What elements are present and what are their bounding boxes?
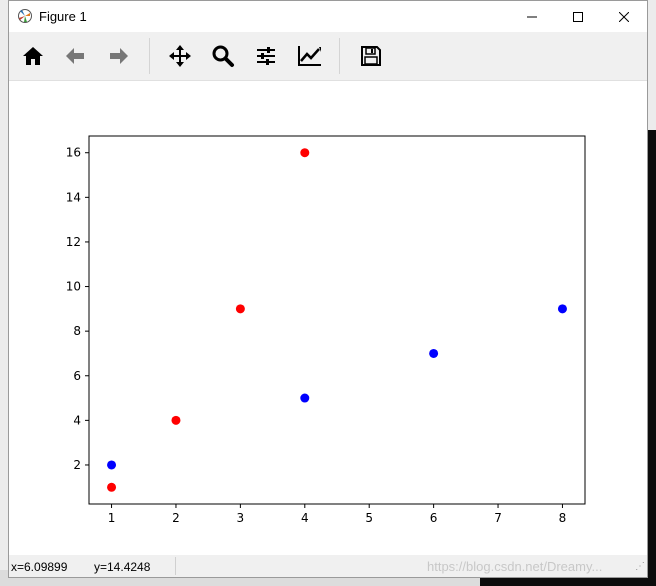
scatter-point <box>429 348 439 358</box>
scatter-point <box>235 304 245 314</box>
scatter-point <box>300 148 310 158</box>
cursor-y-readout: y=14.4248 <box>94 560 151 574</box>
maximize-button[interactable] <box>555 1 601 32</box>
x-tick-label: 1 <box>108 511 116 525</box>
toolbar-separator <box>149 38 150 74</box>
edit-axis-button[interactable] <box>294 40 326 72</box>
y-tick-label: 2 <box>73 458 81 472</box>
matplotlib-app-icon <box>18 9 32 23</box>
scatter-point <box>107 460 117 470</box>
cursor-x-readout: x=6.09899 <box>11 560 68 574</box>
figure-window: Figure 1 1 2 3 4 5 6 7 8 2 4 6 8 10 12 1… <box>8 0 648 578</box>
figure-canvas[interactable]: 1 2 3 4 5 6 7 8 2 4 6 8 10 12 14 16 <box>9 81 647 555</box>
scatter-point <box>107 482 117 492</box>
status-bar: x=6.09899 y=14.4248 https://blog.csdn.ne… <box>9 555 647 577</box>
back-button[interactable] <box>59 40 91 72</box>
scatter-point <box>557 304 567 314</box>
configure-subplots-button[interactable] <box>250 40 282 72</box>
x-tick-label: 7 <box>494 511 502 525</box>
status-divider <box>175 557 176 575</box>
x-tick-label: 5 <box>365 511 373 525</box>
pan-button[interactable] <box>164 40 196 72</box>
configure-subplots-icon <box>257 47 275 65</box>
minimize-button[interactable] <box>509 1 555 32</box>
scatter-plot[interactable]: 1 2 3 4 5 6 7 8246810121416 <box>9 81 647 555</box>
home-button[interactable] <box>17 40 49 72</box>
zoom-icon <box>212 45 234 67</box>
axes-frame <box>88 135 586 505</box>
y-tick-label: 14 <box>66 190 81 204</box>
pan-icon <box>169 45 191 67</box>
y-tick-label: 6 <box>73 369 81 383</box>
close-button[interactable] <box>601 1 647 32</box>
x-tick-label: 6 <box>430 511 438 525</box>
x-tick-label: 3 <box>237 511 245 525</box>
forward-button[interactable] <box>103 40 135 72</box>
y-tick-label: 16 <box>66 146 81 160</box>
title-bar[interactable]: Figure 1 <box>9 1 647 32</box>
resize-grip-icon[interactable]: ⋰ <box>635 561 645 572</box>
scatter-point <box>300 393 310 403</box>
maximize-icon <box>573 11 583 22</box>
scatter-point <box>171 415 181 425</box>
forward-arrow-icon <box>110 48 128 64</box>
y-tick-label: 8 <box>73 324 81 338</box>
x-tick-label: 2 <box>172 511 180 525</box>
x-tick-label: 4 <box>301 511 309 525</box>
window-title: Figure 1 <box>39 9 87 24</box>
background-window-left <box>0 0 8 586</box>
back-arrow-icon <box>66 48 84 64</box>
watermark: https://blog.csdn.net/Dreamy... <box>427 559 603 574</box>
zoom-button[interactable] <box>207 40 239 72</box>
save-icon <box>361 46 381 66</box>
y-tick-label: 10 <box>66 280 81 294</box>
edit-axis-icon <box>298 46 321 66</box>
toolbar-separator <box>339 38 340 74</box>
home-icon <box>23 47 43 65</box>
minimize-icon <box>527 16 537 17</box>
x-tick-label: 8 <box>559 511 567 525</box>
navigation-toolbar <box>9 32 647 81</box>
close-icon <box>619 11 629 22</box>
y-tick-label: 4 <box>73 413 81 427</box>
y-tick-label: 12 <box>66 235 81 249</box>
save-button[interactable] <box>355 40 387 72</box>
